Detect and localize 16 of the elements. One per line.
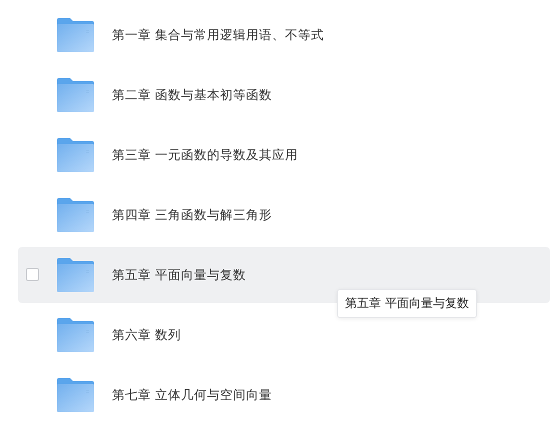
folder-name[interactable]: 第六章 数列: [112, 326, 181, 344]
folder-icon: [57, 18, 94, 52]
checkbox[interactable]: [26, 268, 39, 281]
folder-name[interactable]: 第三章 一元函数的导数及其应用: [112, 146, 298, 164]
folder-icon: [57, 198, 94, 232]
folder-icon: [57, 258, 94, 292]
folder-icon: [57, 318, 94, 352]
folder-name[interactable]: 第四章 三角函数与解三角形: [112, 206, 272, 224]
folder-icon: [57, 78, 94, 112]
folder-icon: [57, 138, 94, 172]
folder-name[interactable]: 第二章 函数与基本初等函数: [112, 86, 272, 104]
folder-name[interactable]: 第一章 集合与常用逻辑用语、不等式: [112, 26, 324, 44]
tooltip: 第五章 平面向量与复数: [337, 289, 477, 318]
folder-name[interactable]: 第七章 立体几何与空间向量: [112, 386, 272, 404]
folder-icon: [57, 378, 94, 412]
folder-name[interactable]: 第五章 平面向量与复数: [112, 266, 246, 284]
